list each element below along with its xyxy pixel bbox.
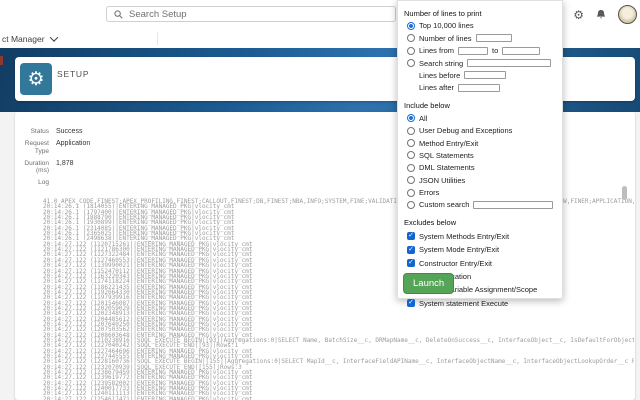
include-option-row[interactable]: JSON Utilities bbox=[407, 176, 562, 185]
top-bar-icons: ? ⚙ bbox=[556, 0, 637, 29]
include-option-row[interactable]: SQL Statements bbox=[407, 151, 562, 160]
launch-button[interactable]: Launch bbox=[403, 273, 454, 294]
option-label[interactable]: Top 10,000 lines bbox=[419, 21, 474, 30]
option-label[interactable]: Custom search bbox=[419, 200, 469, 209]
checkbox-checked[interactable]: ✓ bbox=[407, 246, 415, 254]
banner-red-sliver bbox=[0, 56, 3, 65]
setup-tile: ⚙ bbox=[20, 63, 52, 95]
option-label[interactable]: JSON Utilities bbox=[419, 176, 465, 185]
option-label[interactable]: Lines after bbox=[419, 83, 454, 92]
line-option-row[interactable]: Top 10,000 lines bbox=[407, 21, 562, 30]
field-row: Duration (ms) 1,878 bbox=[15, 160, 315, 175]
check-icon: ✓ bbox=[408, 246, 414, 254]
option-label[interactable]: Lines from bbox=[419, 46, 454, 55]
field-row: Status Success bbox=[15, 128, 315, 136]
line-option-row[interactable]: Lines from to bbox=[407, 46, 562, 55]
option-label[interactable]: System statement Execute bbox=[419, 299, 508, 308]
line-option-row[interactable]: Lines before bbox=[407, 71, 562, 80]
text-input[interactable] bbox=[502, 47, 540, 55]
text-input[interactable] bbox=[458, 47, 488, 55]
radio-button[interactable] bbox=[407, 164, 415, 172]
radio-button[interactable] bbox=[407, 201, 415, 209]
checkbox-checked[interactable]: ✓ bbox=[407, 259, 415, 267]
exclude-option-row[interactable]: ✓ System Methods Entry/Exit bbox=[407, 232, 562, 241]
salesforce-setup-screen: ? ⚙ ct Manager ⚙ SETUP Status bbox=[0, 0, 640, 400]
exclude-option-row[interactable]: ✓ System statement Execute bbox=[407, 299, 562, 308]
include-option-row[interactable]: Custom search bbox=[407, 200, 562, 209]
avatar[interactable] bbox=[618, 5, 637, 24]
option-label[interactable]: Constructor Entry/Exit bbox=[419, 259, 492, 268]
option-label[interactable]: User Debug and Exceptions bbox=[419, 126, 512, 135]
option-label[interactable]: All bbox=[419, 114, 427, 123]
exclude-option-row[interactable]: ✓ System Mode Entry/Exit bbox=[407, 245, 562, 254]
radio-button[interactable] bbox=[407, 189, 415, 197]
option-label[interactable]: Lines before bbox=[419, 71, 460, 80]
line-option-row[interactable]: Lines after bbox=[407, 83, 562, 92]
setup-gear-icon: ⚙ bbox=[27, 70, 44, 89]
radio-button[interactable] bbox=[407, 47, 415, 55]
radio-button[interactable] bbox=[407, 176, 415, 184]
option-mid-label: to bbox=[492, 46, 498, 55]
radio-button[interactable] bbox=[407, 22, 415, 30]
tab-object-manager[interactable]: ct Manager bbox=[2, 29, 57, 48]
check-icon: ✓ bbox=[408, 259, 414, 267]
gear-icon[interactable]: ⚙ bbox=[573, 9, 584, 21]
text-input[interactable] bbox=[458, 84, 500, 92]
field-value: 1,878 bbox=[56, 160, 74, 175]
radio-button[interactable] bbox=[407, 114, 415, 122]
option-label[interactable]: System Methods Entry/Exit bbox=[419, 232, 509, 241]
field-label: Duration (ms) bbox=[15, 160, 49, 175]
search-icon bbox=[114, 10, 123, 19]
exclude-options-group: ✓ System Methods Entry/Exit ✓ System Mod… bbox=[398, 232, 562, 308]
scrollbar-thumb[interactable] bbox=[622, 186, 627, 200]
line-option-row[interactable]: Number of lines bbox=[407, 34, 562, 43]
checkbox-checked[interactable]: ✓ bbox=[407, 299, 415, 307]
include-option-row[interactable]: User Debug and Exceptions bbox=[407, 126, 562, 135]
tab-label: ct Manager bbox=[2, 34, 45, 44]
field-value: Application bbox=[56, 140, 90, 155]
print-options-popup: Number of lines to print Top 10,000 line… bbox=[397, 0, 563, 299]
text-input[interactable] bbox=[476, 34, 512, 42]
text-input[interactable] bbox=[464, 71, 506, 79]
text-input[interactable] bbox=[473, 201, 553, 209]
tab-divider bbox=[157, 32, 158, 45]
field-row: Request Type Application bbox=[15, 140, 315, 155]
excludes-title: Excludes below bbox=[404, 218, 562, 227]
option-label[interactable]: Number of lines bbox=[419, 34, 472, 43]
check-icon: ✓ bbox=[408, 232, 414, 240]
field-label: Status bbox=[15, 128, 49, 136]
page-title: SETUP bbox=[57, 69, 89, 79]
option-label[interactable]: SQL Statements bbox=[419, 151, 474, 160]
option-label[interactable]: System Mode Entry/Exit bbox=[419, 245, 499, 254]
text-input[interactable] bbox=[467, 59, 551, 67]
bell-icon[interactable] bbox=[595, 9, 607, 21]
include-title: Include below bbox=[404, 101, 562, 110]
chevron-down-icon[interactable] bbox=[49, 33, 57, 41]
include-options-group: All User Debug and Exceptions Method Ent… bbox=[398, 114, 562, 210]
option-label[interactable]: Search string bbox=[419, 59, 463, 68]
option-label[interactable]: Method Entry/Exit bbox=[419, 139, 478, 148]
search-input[interactable] bbox=[129, 9, 329, 20]
option-label[interactable]: DML Statements bbox=[419, 163, 475, 172]
popup-title: Number of lines to print bbox=[404, 9, 562, 18]
radio-button[interactable] bbox=[407, 151, 415, 159]
check-icon: ✓ bbox=[408, 299, 414, 307]
field-value: Success bbox=[56, 128, 82, 136]
line-option-row[interactable]: Search string bbox=[407, 59, 562, 68]
option-label[interactable]: Errors bbox=[419, 188, 439, 197]
include-option-row[interactable]: Method Entry/Exit bbox=[407, 139, 562, 148]
global-search-box[interactable] bbox=[106, 6, 396, 22]
log-fields: Status Success Request Type Application … bbox=[15, 128, 315, 191]
radio-button[interactable] bbox=[407, 127, 415, 135]
checkbox-checked[interactable]: ✓ bbox=[407, 232, 415, 240]
radio-button[interactable] bbox=[407, 34, 415, 42]
include-option-row[interactable]: All bbox=[407, 114, 562, 123]
radio-button[interactable] bbox=[407, 59, 415, 67]
line-options-group: Top 10,000 lines Number of lines Lines f… bbox=[398, 21, 562, 92]
field-label: Request Type bbox=[15, 140, 49, 155]
radio-button[interactable] bbox=[407, 139, 415, 147]
include-option-row[interactable]: Errors bbox=[407, 188, 562, 197]
include-option-row[interactable]: DML Statements bbox=[407, 163, 562, 172]
exclude-option-row[interactable]: ✓ Constructor Entry/Exit bbox=[407, 259, 562, 268]
